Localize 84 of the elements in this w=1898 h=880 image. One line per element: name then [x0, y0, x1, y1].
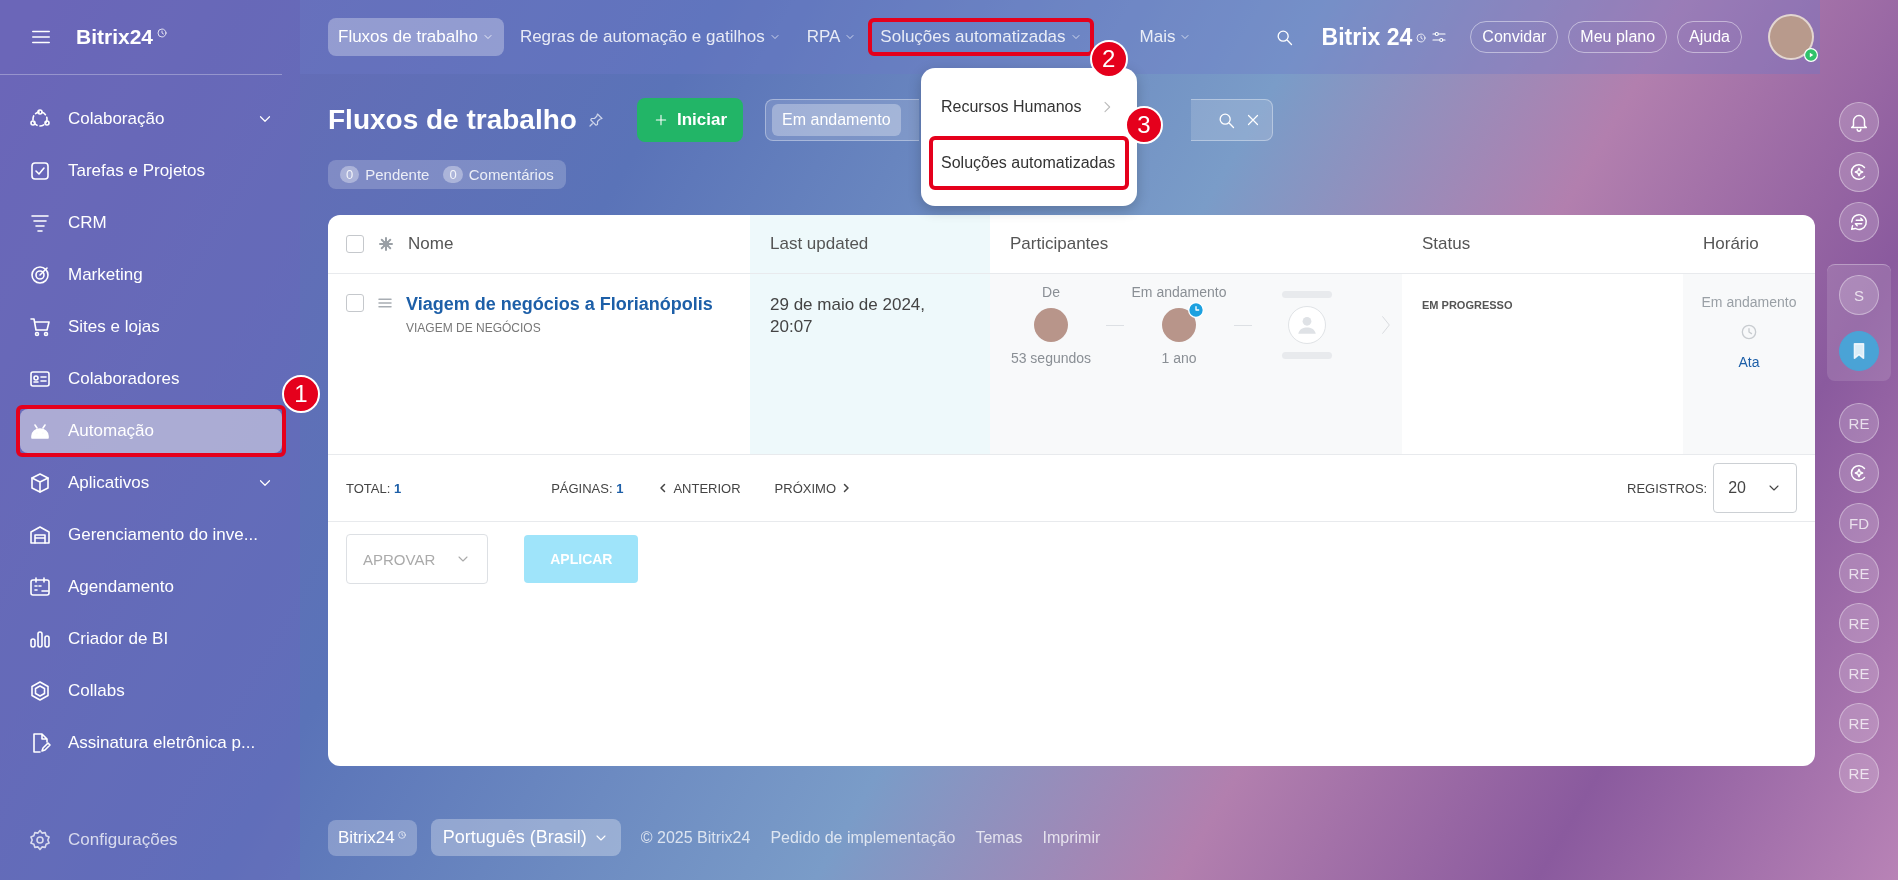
sidebar-item[interactable]: CRM [20, 201, 282, 245]
nav-tab[interactable]: Soluções automatizadas [872, 22, 1090, 52]
chat-avatar[interactable]: RE [1839, 753, 1879, 793]
settings-item[interactable]: Configurações [20, 818, 282, 862]
time-label: Em andamento [1701, 294, 1797, 310]
stage-time: 1 ano [1161, 350, 1197, 366]
cube-icon [28, 471, 52, 495]
footer-link[interactable]: Imprimir [1042, 828, 1101, 847]
clock-icon [1739, 322, 1759, 342]
copyright-text: © 2025 Bitrix24 [640, 828, 751, 847]
chat-avatar[interactable]: RE [1839, 703, 1879, 743]
chat-avatar[interactable]: RE [1839, 403, 1879, 443]
sidebar-item[interactable]: Tarefas e Projetos [20, 149, 282, 193]
sidebar-item[interactable]: Aplicativos [20, 461, 282, 505]
chat-arrows-icon [1848, 211, 1870, 233]
sidebar-item[interactable]: Sites e lojas [20, 305, 282, 349]
counter[interactable]: 0 Pendente [340, 166, 430, 183]
language-select[interactable]: Português (Brasil) [430, 819, 621, 856]
nav-tab[interactable]: RPA [796, 18, 867, 56]
sidebar-item[interactable]: Colaboração [20, 97, 282, 141]
date-text: 29 de maio de 2024, 20:07 [770, 294, 926, 339]
chat-avatar[interactable]: RE [1839, 653, 1879, 693]
sidebar-item[interactable]: Criador de BI [20, 617, 282, 661]
chat-avatar[interactable]: RE [1839, 603, 1879, 643]
logo[interactable]: Bitrix24 [76, 25, 154, 49]
records-select[interactable]: 20 [1713, 463, 1797, 513]
sidebar-item[interactable]: Marketing [20, 253, 282, 297]
column-header: Status [1422, 234, 1471, 254]
checkbox-icon [28, 159, 52, 183]
clock-icon [396, 829, 407, 840]
sidebar-item[interactable]: Assinatura eletrônica p... [20, 721, 282, 765]
start-button[interactable]: Iniciar [636, 98, 744, 142]
records-label: REGISTROS: [1627, 480, 1708, 496]
callout-badge: 3 [1125, 106, 1163, 144]
cart-icon [28, 315, 52, 339]
next-link[interactable]: PRÓXIMO [774, 480, 852, 496]
sidebar-item[interactable]: Agendamento [20, 565, 282, 609]
nav-tab[interactable]: Mais [1129, 18, 1202, 56]
stage-time: 53 segundos [1010, 350, 1092, 366]
stage-label: Em andamento [1131, 284, 1227, 300]
sidebar-item[interactable]: Collabs [20, 669, 282, 713]
calendar-icon [28, 575, 52, 599]
menu-item[interactable]: Recursos Humanos [933, 84, 1125, 130]
pages-label: PÁGINAS: 1 [551, 480, 624, 496]
nav-tab[interactable]: Regras de automação e gatilhos [509, 18, 791, 56]
counter[interactable]: 0 Comentários [443, 166, 554, 183]
action-select[interactable]: APROVAR [346, 534, 489, 584]
column-header: Horário [1703, 234, 1759, 254]
sidebar-item[interactable]: Automação [20, 409, 282, 453]
clock-icon [156, 27, 169, 39]
chat-avatar[interactable]: RE [1839, 553, 1879, 593]
workflow-type: VIAGEM DE NEGÓCIOS [406, 321, 542, 335]
warehouse-icon [28, 523, 52, 547]
workflow-link[interactable]: Viagem de negócios a Florianópolis [406, 294, 713, 315]
hexagon-icon [28, 679, 52, 703]
filter-field[interactable]: Em andamento [765, 99, 920, 141]
column-header: Nome [408, 234, 454, 254]
minutes-link[interactable]: Ata [1738, 354, 1760, 370]
chat-avatar[interactable]: S [1839, 275, 1879, 315]
clock-icon [1415, 32, 1428, 44]
column-header: Participantes [1010, 234, 1109, 254]
rail-button[interactable] [1839, 331, 1879, 371]
menu-item[interactable]: Soluções automatizadas [933, 140, 1125, 186]
checkbox[interactable] [346, 235, 364, 253]
sidebar-item[interactable]: Gerenciamento do inve... [20, 513, 282, 557]
chat-avatar[interactable]: FD [1839, 503, 1879, 543]
checkbox[interactable] [346, 294, 364, 312]
sidebar-item[interactable]: Colaboradores [20, 357, 282, 401]
footer-link[interactable]: Temas [975, 828, 1023, 847]
footer-link[interactable]: Pedido de implementação [770, 828, 956, 847]
status-label: EM PROGRESSO [1422, 299, 1513, 311]
total-label: TOTAL: 1 [346, 480, 402, 496]
filter-chip[interactable]: Em andamento [772, 104, 901, 136]
callout-badge: 1 [282, 375, 320, 413]
page-title: Fluxos de trabalho [328, 104, 577, 136]
logo[interactable]: Bitrix 24 [1321, 23, 1413, 51]
clock-icon [1188, 302, 1204, 318]
stage-label: De [1042, 284, 1060, 300]
previous-link[interactable]: ANTERIOR [657, 480, 741, 496]
column-header: Last updated [770, 234, 869, 254]
target-icon [28, 263, 52, 287]
nav-tab[interactable]: Fluxos de trabalho [328, 18, 504, 56]
footer-logo[interactable]: Bitrix24 [328, 819, 417, 856]
play-icon [1804, 48, 1818, 62]
